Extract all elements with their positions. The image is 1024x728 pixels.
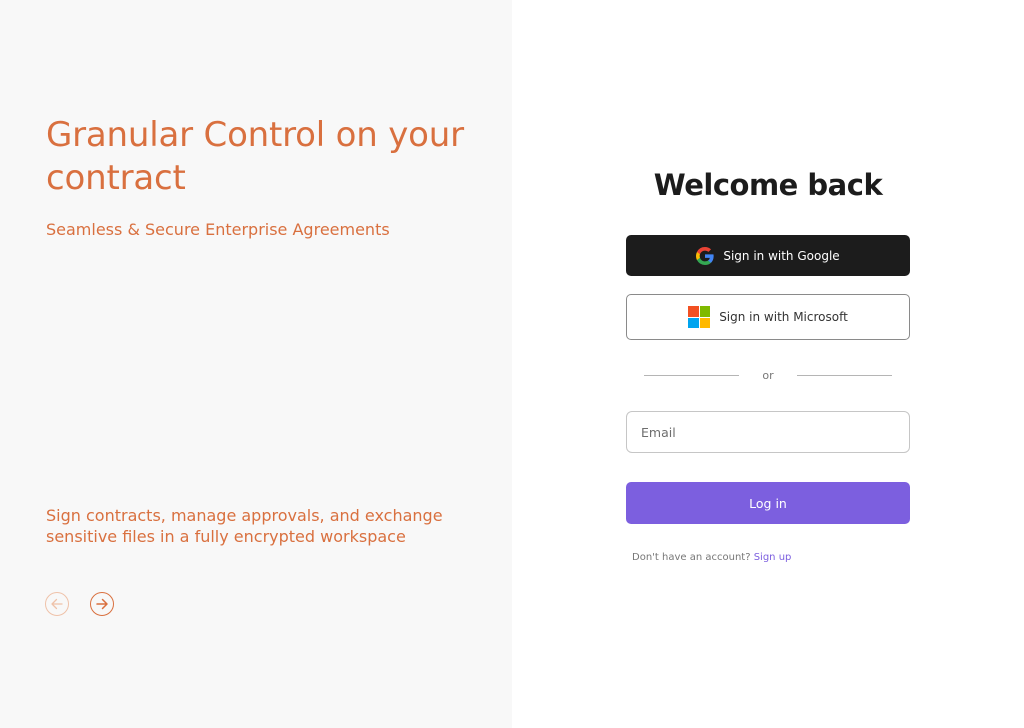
hero-panel: Granular Control on your contract Seamle…: [0, 0, 512, 728]
hero-title: Granular Control on your contract: [46, 115, 464, 198]
arrow-right-icon: [96, 598, 108, 610]
carousel-prev-button[interactable]: [45, 592, 69, 616]
arrow-left-icon: [51, 598, 63, 610]
signup-link[interactable]: Sign up: [754, 552, 792, 563]
carousel-next-button[interactable]: [90, 592, 114, 616]
divider-line-right: [797, 374, 892, 376]
divider-text: or: [762, 368, 774, 382]
login-button[interactable]: Log in: [626, 482, 910, 524]
google-signin-label: Sign in with Google: [723, 248, 840, 263]
welcome-heading: Welcome back: [653, 168, 883, 202]
hero-subtitle: Seamless & Secure Enterprise Agreements: [46, 220, 390, 239]
microsoft-icon: [688, 306, 711, 328]
google-signin-button[interactable]: Sign in with Google: [626, 235, 910, 276]
google-icon: [696, 246, 714, 265]
hero-body: Sign contracts, manage approvals, and ex…: [46, 506, 443, 546]
microsoft-signin-button[interactable]: Sign in with Microsoft: [626, 294, 910, 340]
divider-line-left: [644, 374, 739, 376]
no-account-text: Don't have an account?: [632, 552, 751, 563]
email-field[interactable]: [626, 411, 910, 453]
or-divider: or: [644, 366, 892, 384]
signup-row: Don't have an account? Sign up: [632, 552, 791, 563]
microsoft-signin-label: Sign in with Microsoft: [719, 310, 848, 324]
auth-panel: Welcome back Sign in with Google Sign in…: [512, 0, 1024, 728]
